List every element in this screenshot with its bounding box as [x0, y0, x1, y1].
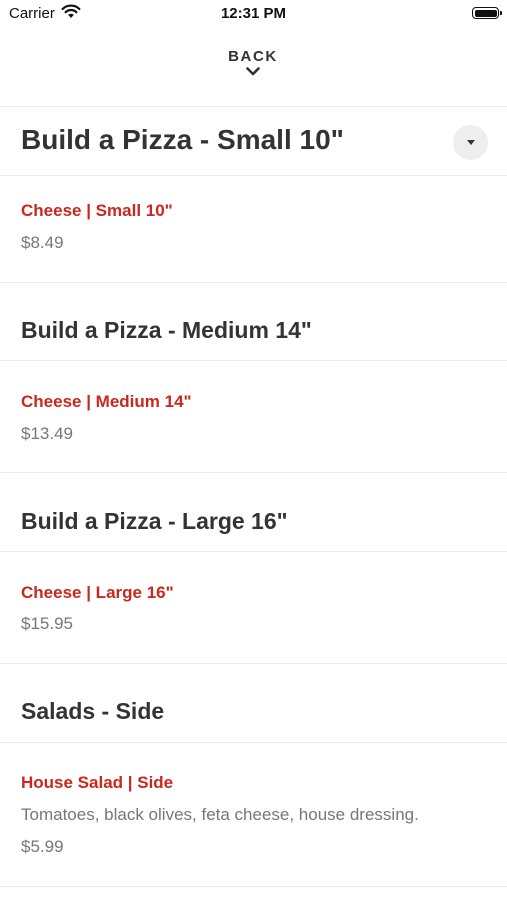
divider [0, 175, 507, 176]
section-title: Build a Pizza - Medium 14" [21, 317, 312, 343]
menu-item-name[interactable]: Cheese | Medium 14" [21, 392, 192, 412]
category-dropdown-button[interactable] [453, 125, 488, 160]
divider [0, 106, 507, 107]
menu-item-name[interactable]: Cheese | Large 16" [21, 583, 174, 603]
menu-item-name[interactable]: House Salad | Side [21, 773, 173, 793]
status-bar: Carrier 12:31 PM [0, 0, 507, 28]
back-button[interactable]: BACK [203, 46, 303, 94]
section-title: Salads - Side [21, 698, 165, 724]
divider [0, 472, 507, 473]
menu-item-price: $15.95 [21, 614, 73, 633]
menu-item-price: $13.49 [21, 424, 73, 443]
menu-item-name[interactable]: Cheese | Small 10" [21, 201, 173, 221]
battery-icon [472, 7, 502, 19]
divider [0, 886, 507, 887]
section-title: Build a Pizza - Large 16" [21, 508, 288, 534]
chevron-down-icon [246, 67, 260, 76]
caret-down-icon [467, 140, 475, 145]
divider [0, 282, 507, 283]
divider [0, 360, 507, 361]
menu-item-description: Tomatoes, black olives, feta cheese, hou… [21, 805, 419, 824]
section-title: Build a Pizza - Small 10" [21, 124, 344, 155]
divider [0, 663, 507, 664]
menu-item-price: $5.99 [21, 837, 64, 856]
menu-item-price: $8.49 [21, 233, 64, 252]
divider [0, 742, 507, 743]
divider [0, 551, 507, 552]
status-time: 12:31 PM [220, 5, 287, 22]
back-label: BACK [228, 48, 278, 65]
